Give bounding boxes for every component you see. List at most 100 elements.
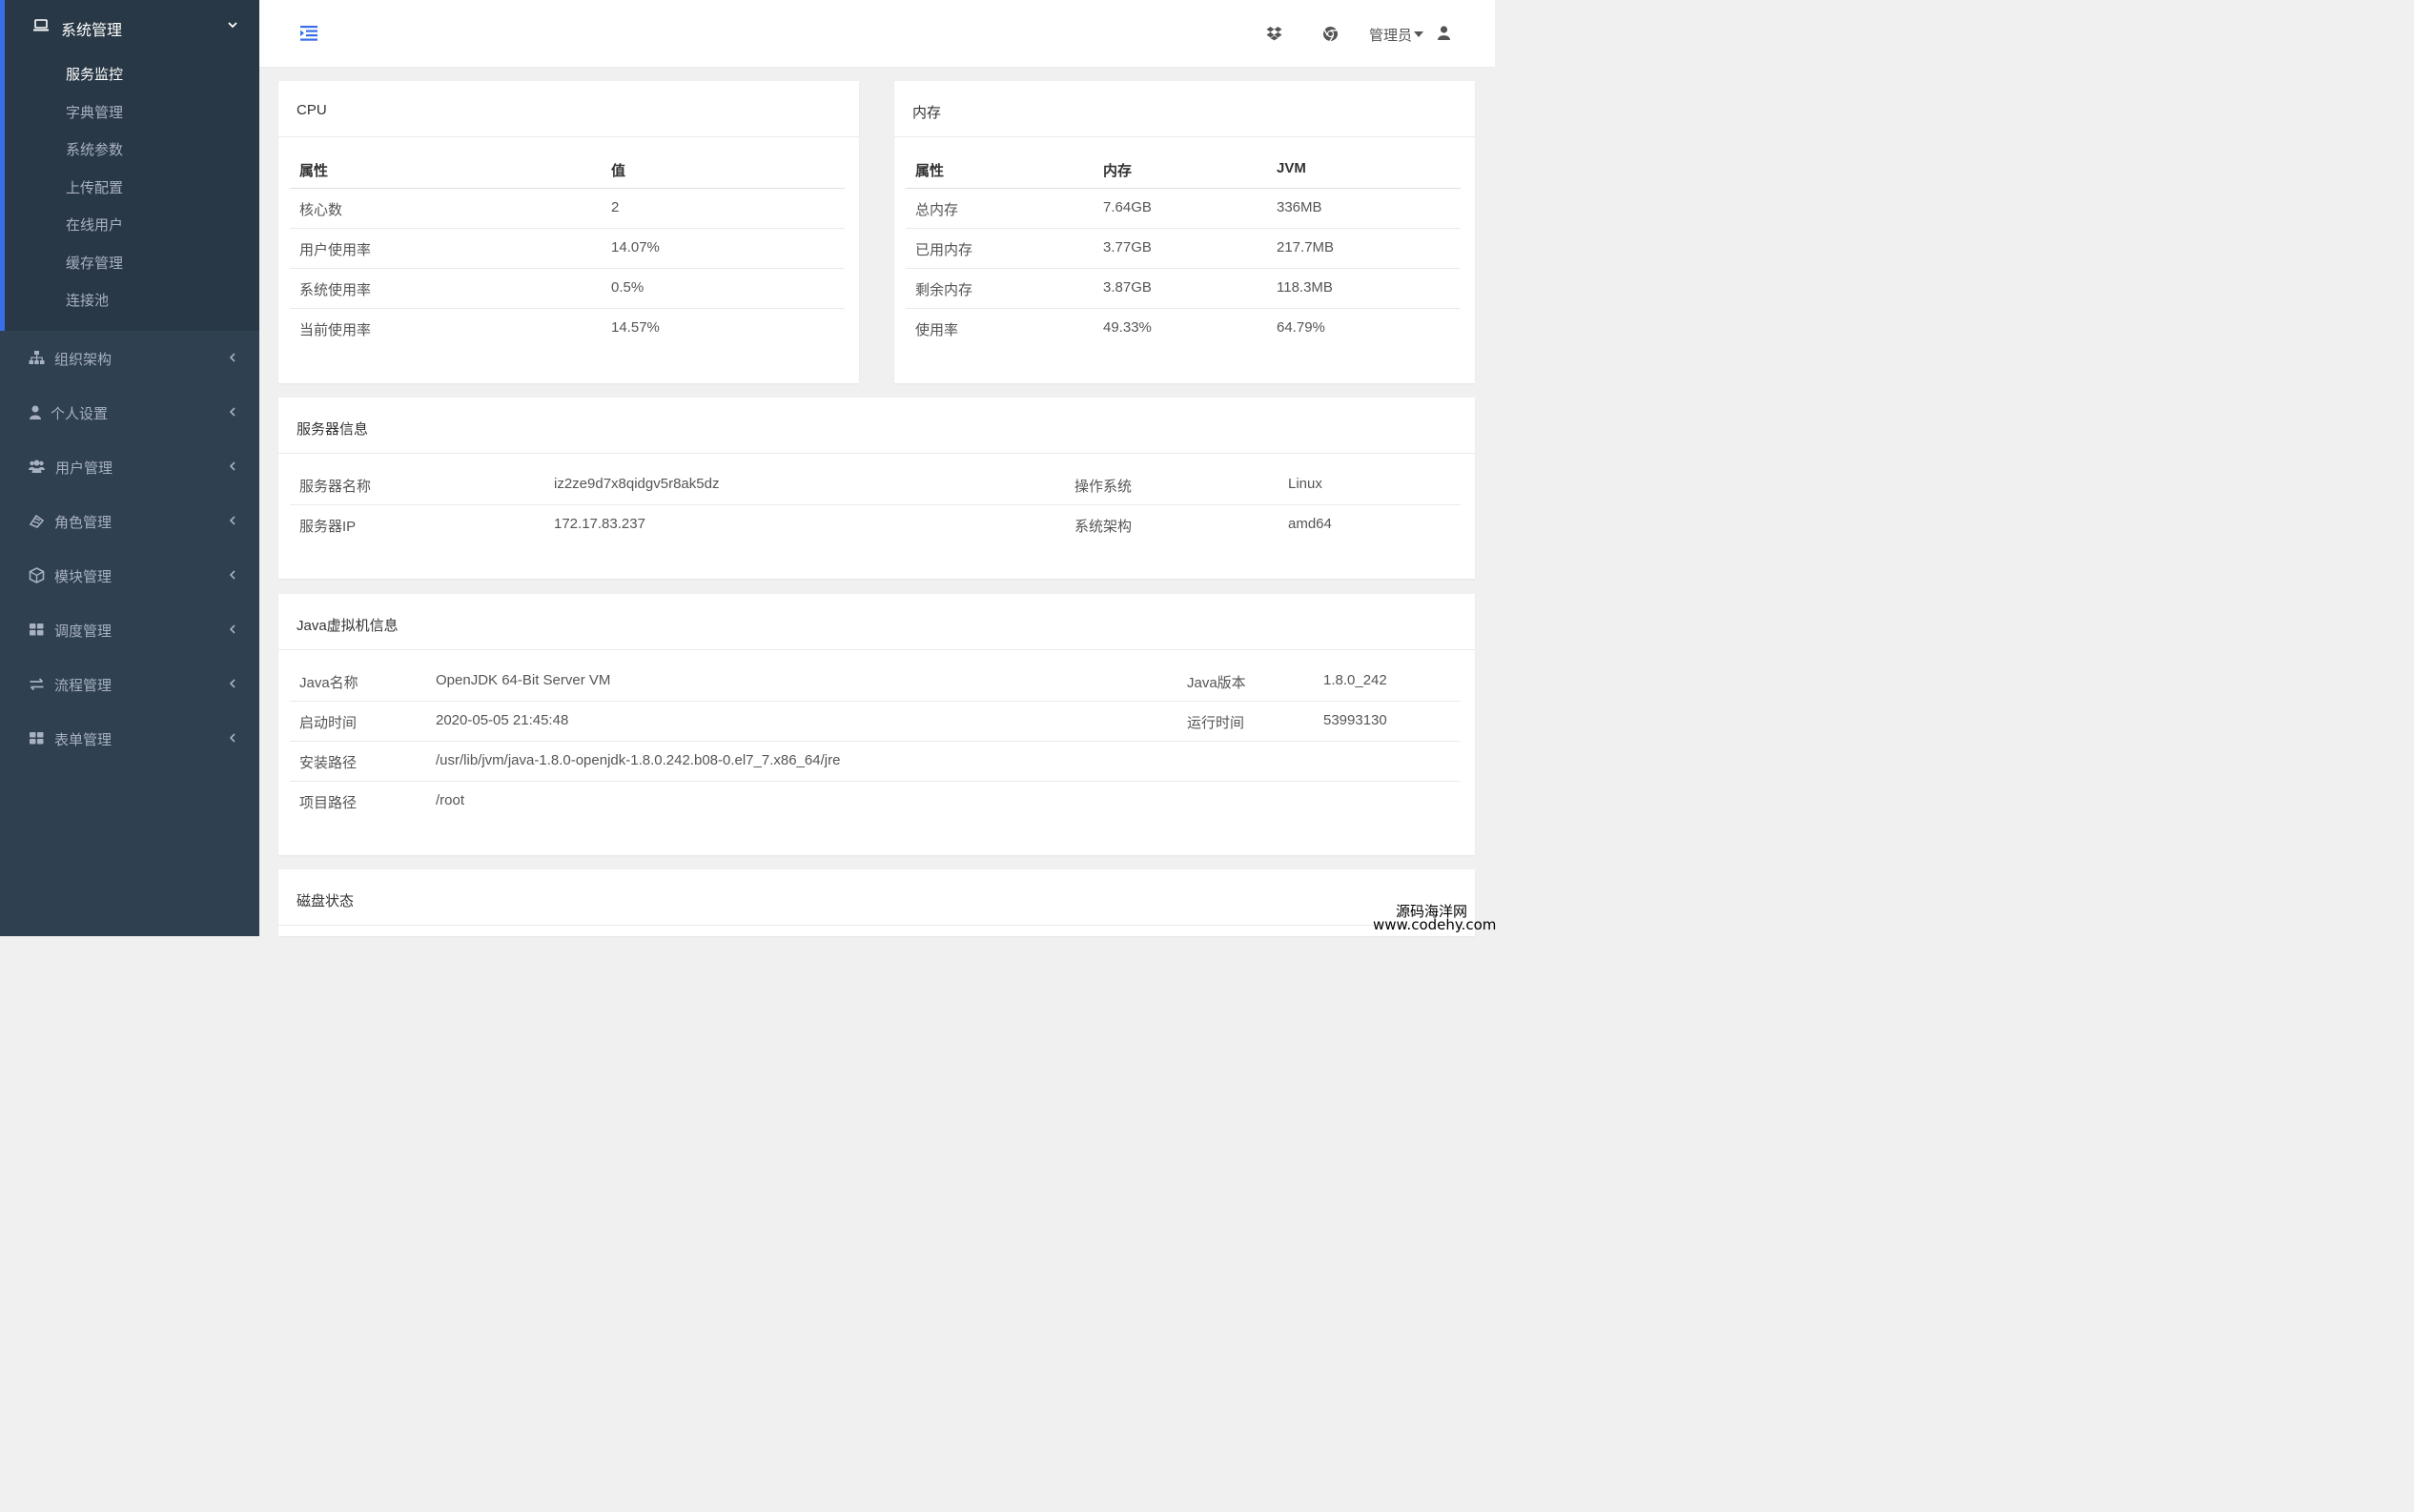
chevron-left-icon [227,514,238,527]
user-icon[interactable] [1438,26,1450,40]
table-cell: 用户使用率 [299,242,372,258]
table-cell: 安装路径 [299,755,358,771]
divider [290,741,1461,742]
panel-title: 磁盘状态 [297,893,355,909]
table-cell: 2020-05-05 21:45:48 [436,712,569,728]
divider [894,136,1475,137]
dropbox-icon[interactable] [1266,26,1282,41]
chevron-left-icon [227,731,238,745]
table-cell: OpenJDK 64-Bit Server VM [436,672,611,688]
sidebar-item-label: 角色管理 [54,515,113,531]
table-cell: 2 [611,199,620,215]
divider [278,649,1475,650]
table-cell: 118.3MB [1277,279,1333,296]
sidebar-subitem-monitor[interactable]: 服务监控 [66,64,123,84]
table-cell: 49.33% [1103,319,1152,336]
table-cell: 3.77GB [1103,239,1152,255]
cpu-panel: CPU 属性 值 核心数 2 用户使用率 14.07% 系统使用率 0.5% 当… [278,81,859,383]
table-cell: 服务器名称 [299,479,372,495]
grid-icon [29,730,45,746]
sidebar-item-modules[interactable]: 模块管理 [0,548,259,603]
divider [290,268,845,269]
user-icon [29,404,45,420]
divider [290,228,845,229]
table-header: 内存 [1103,163,1133,179]
table-cell: 运行时间 [1187,715,1245,731]
table-cell: 已用内存 [915,242,973,258]
sidebar-item-label: 组织架构 [54,352,113,368]
sidebar-item-label: 流程管理 [54,678,113,694]
table-cell: Java版本 [1187,675,1246,691]
table-header: 属性 [299,163,329,179]
table-cell: 336MB [1277,199,1322,215]
divider [906,188,1461,189]
disk-status-panel: 磁盘状态 [278,869,1475,936]
divider [290,504,1461,505]
table-cell: amd64 [1288,516,1332,532]
sidebar-item-profile[interactable]: 个人设置 [0,385,259,439]
exchange-icon [29,676,45,692]
sidebar-subitem-online-users[interactable]: 在线用户 [66,215,123,235]
table-cell: 172.17.83.237 [554,516,645,532]
sitemap-icon [29,350,45,366]
chrome-icon[interactable] [1322,26,1339,42]
divider [906,308,1461,309]
chevron-down-icon [226,18,239,31]
table-cell: 1.8.0_242 [1323,672,1387,688]
table-cell: 0.5% [611,279,644,296]
sidebar-item-label: 调度管理 [54,623,113,640]
menu-toggle-icon[interactable] [299,25,318,42]
table-header: 值 [611,163,626,179]
table-cell: 3.87GB [1103,279,1152,296]
cube-icon [29,567,45,583]
jvm-info-panel: Java虚拟机信息 Java名称 OpenJDK 64-Bit Server V… [278,594,1475,855]
sidebar-item-label: 模块管理 [54,569,113,585]
sidebar-item-workflow[interactable]: 流程管理 [0,657,259,711]
chevron-left-icon [227,405,238,419]
table-cell: 项目路径 [299,795,358,811]
sidebar-item-users[interactable]: 用户管理 [0,439,259,494]
table-cell: iz2ze9d7x8qidgv5r8ak5dz [554,476,720,492]
sidebar-item-org[interactable]: 组织架构 [0,331,259,385]
sidebar-subitem-upload[interactable]: 上传配置 [66,177,123,197]
divider [290,188,845,189]
sidebar-item-label: 个人设置 [51,406,109,422]
sidebar-item-system[interactable]: 系统管理 [5,0,259,53]
divider [290,781,1461,782]
role-icon [29,513,45,529]
divider [290,701,1461,702]
table-cell: /root [436,792,465,808]
panel-title: CPU [297,102,327,118]
laptop-icon [33,19,49,32]
sidebar-item-label: 用户管理 [55,460,113,477]
panel-title: 内存 [912,105,942,121]
table-cell: 14.07% [611,239,660,255]
sidebar-subitem-cache[interactable]: 缓存管理 [66,253,123,273]
users-icon [29,459,45,475]
table-cell: 14.57% [611,319,660,336]
divider [278,925,1475,926]
caret-down-icon[interactable] [1414,31,1423,37]
table-cell: 7.64GB [1103,199,1152,215]
watermark-url: www.codehy.com [1373,916,1497,933]
sidebar-item-schedule[interactable]: 调度管理 [0,603,259,657]
table-cell: Java名称 [299,675,358,691]
table-cell: 系统架构 [1074,519,1133,535]
sidebar: 系统管理 服务监控 字典管理 系统参数 上传配置 在线用户 缓存管理 连接池 组… [0,0,259,936]
table-cell: 操作系统 [1074,479,1133,495]
table-cell: 剩余内存 [915,282,973,298]
sidebar-item-roles[interactable]: 角色管理 [0,494,259,548]
sidebar-item-forms[interactable]: 表单管理 [0,711,259,766]
table-cell: 使用率 [915,322,959,338]
chevron-left-icon [227,351,238,364]
table-header: 属性 [915,163,945,179]
divider [278,453,1475,454]
table-cell: 总内存 [915,202,959,218]
sidebar-subitem-dict[interactable]: 字典管理 [66,102,123,122]
chevron-left-icon [227,460,238,473]
user-menu-label[interactable]: 管理员 [1369,25,1412,45]
chevron-left-icon [227,568,238,582]
memory-panel: 内存 属性 内存 JVM 总内存 7.64GB 336MB 已用内存 3.77G… [894,81,1475,383]
sidebar-subitem-pool[interactable]: 连接池 [66,290,109,310]
sidebar-subitem-params[interactable]: 系统参数 [66,139,123,159]
